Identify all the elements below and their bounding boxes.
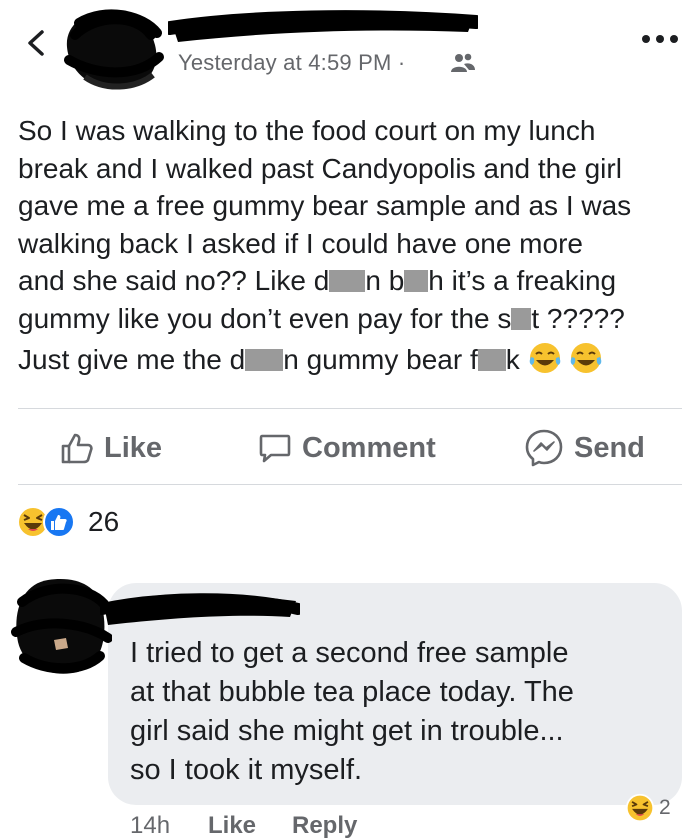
- like-label: Like: [104, 431, 163, 464]
- reaction-count: 26: [88, 506, 120, 537]
- post-text-segment: n b: [365, 265, 405, 296]
- censor-block: [511, 307, 532, 330]
- comment-reply-button[interactable]: Reply: [292, 812, 357, 840]
- comment-time[interactable]: 14h: [130, 812, 170, 840]
- post-text-segment: gave me a free gummy bear sample and as …: [18, 190, 632, 221]
- thumbs-up-icon: [61, 433, 93, 464]
- post-text-segment: walking back I asked if I could have one…: [18, 227, 583, 259]
- comment-like-button[interactable]: Like: [208, 812, 256, 840]
- send-label: Send: [574, 431, 645, 464]
- post-line: and she said no?? Like d n b h it’s a frea…: [18, 262, 688, 300]
- more-options-icon[interactable]: [640, 32, 680, 46]
- post-line: Just give me the d n gummy bear f k: [18, 341, 688, 379]
- censor-block: [245, 349, 284, 371]
- post-text-segment: k: [505, 344, 520, 375]
- censor-block: [404, 270, 429, 292]
- post-text: So I was walking to the food court on my…: [18, 112, 688, 379]
- comment-line: at that bubble tea place today. The: [130, 676, 574, 708]
- send-button[interactable]: Send: [524, 428, 645, 468]
- post-line: walking back I asked if I could have one…: [18, 225, 688, 263]
- post-text-segment: t ?????: [531, 302, 625, 334]
- reaction-summary[interactable]: 26: [16, 505, 119, 539]
- post-line: So I was walking to the food court on my…: [18, 112, 688, 150]
- post-timestamp[interactable]: Yesterday at 4:59 PM ·: [178, 50, 405, 76]
- comment-icon: [259, 434, 291, 463]
- divider: [18, 484, 682, 485]
- messenger-icon: [525, 429, 563, 467]
- divider: [18, 408, 682, 409]
- avatar[interactable]: [55, 5, 165, 95]
- comment-line: I tried to get a second free sample: [130, 637, 569, 669]
- post-text-segment: Just give me the d: [18, 344, 246, 375]
- tears-of-joy-emoji-icon: [571, 343, 602, 373]
- redacted-commenter-name: [100, 593, 300, 625]
- post-line: gummy like you don’t even pay for the s t…: [18, 300, 688, 338]
- friends-icon: [451, 53, 475, 72]
- tears-of-joy-emoji-icon: [529, 343, 560, 373]
- post-line: break and I walked past Candyopolis and …: [18, 150, 688, 188]
- haha-reaction-icon: [625, 793, 655, 823]
- comment-reaction-count: 2: [659, 796, 671, 819]
- post-text-segment: n gummy bear f: [283, 344, 478, 375]
- post-text-segment: break and I walked past Candyopolis and …: [18, 152, 622, 184]
- post-text-segment: gummy like you don’t even pay for the s: [18, 302, 512, 334]
- post-text-segment: So I was walking to the food court on my…: [18, 115, 596, 146]
- censor-block: [477, 349, 506, 371]
- comment-label: Comment: [302, 431, 436, 464]
- post-text-segment: h it’s a freaking: [428, 265, 617, 296]
- commenter-avatar[interactable]: [8, 572, 112, 682]
- redacted-name: [168, 10, 478, 43]
- censor-block: [329, 270, 366, 292]
- comment-text: I tried to get a second free sample at t…: [130, 634, 670, 790]
- like-reaction-icon: [43, 506, 75, 538]
- like-button[interactable]: Like: [60, 428, 162, 468]
- comment-line: so I took it myself.: [130, 754, 363, 786]
- post-text-segment: and she said no?? Like d: [18, 265, 330, 296]
- comment-button[interactable]: Comment: [258, 428, 436, 468]
- comment-line: girl said she might get in trouble...: [130, 715, 564, 747]
- back-arrow-icon[interactable]: [22, 28, 52, 58]
- comment-reaction-summary[interactable]: 2: [625, 793, 671, 823]
- post-line: gave me a free gummy bear sample and as …: [18, 187, 688, 225]
